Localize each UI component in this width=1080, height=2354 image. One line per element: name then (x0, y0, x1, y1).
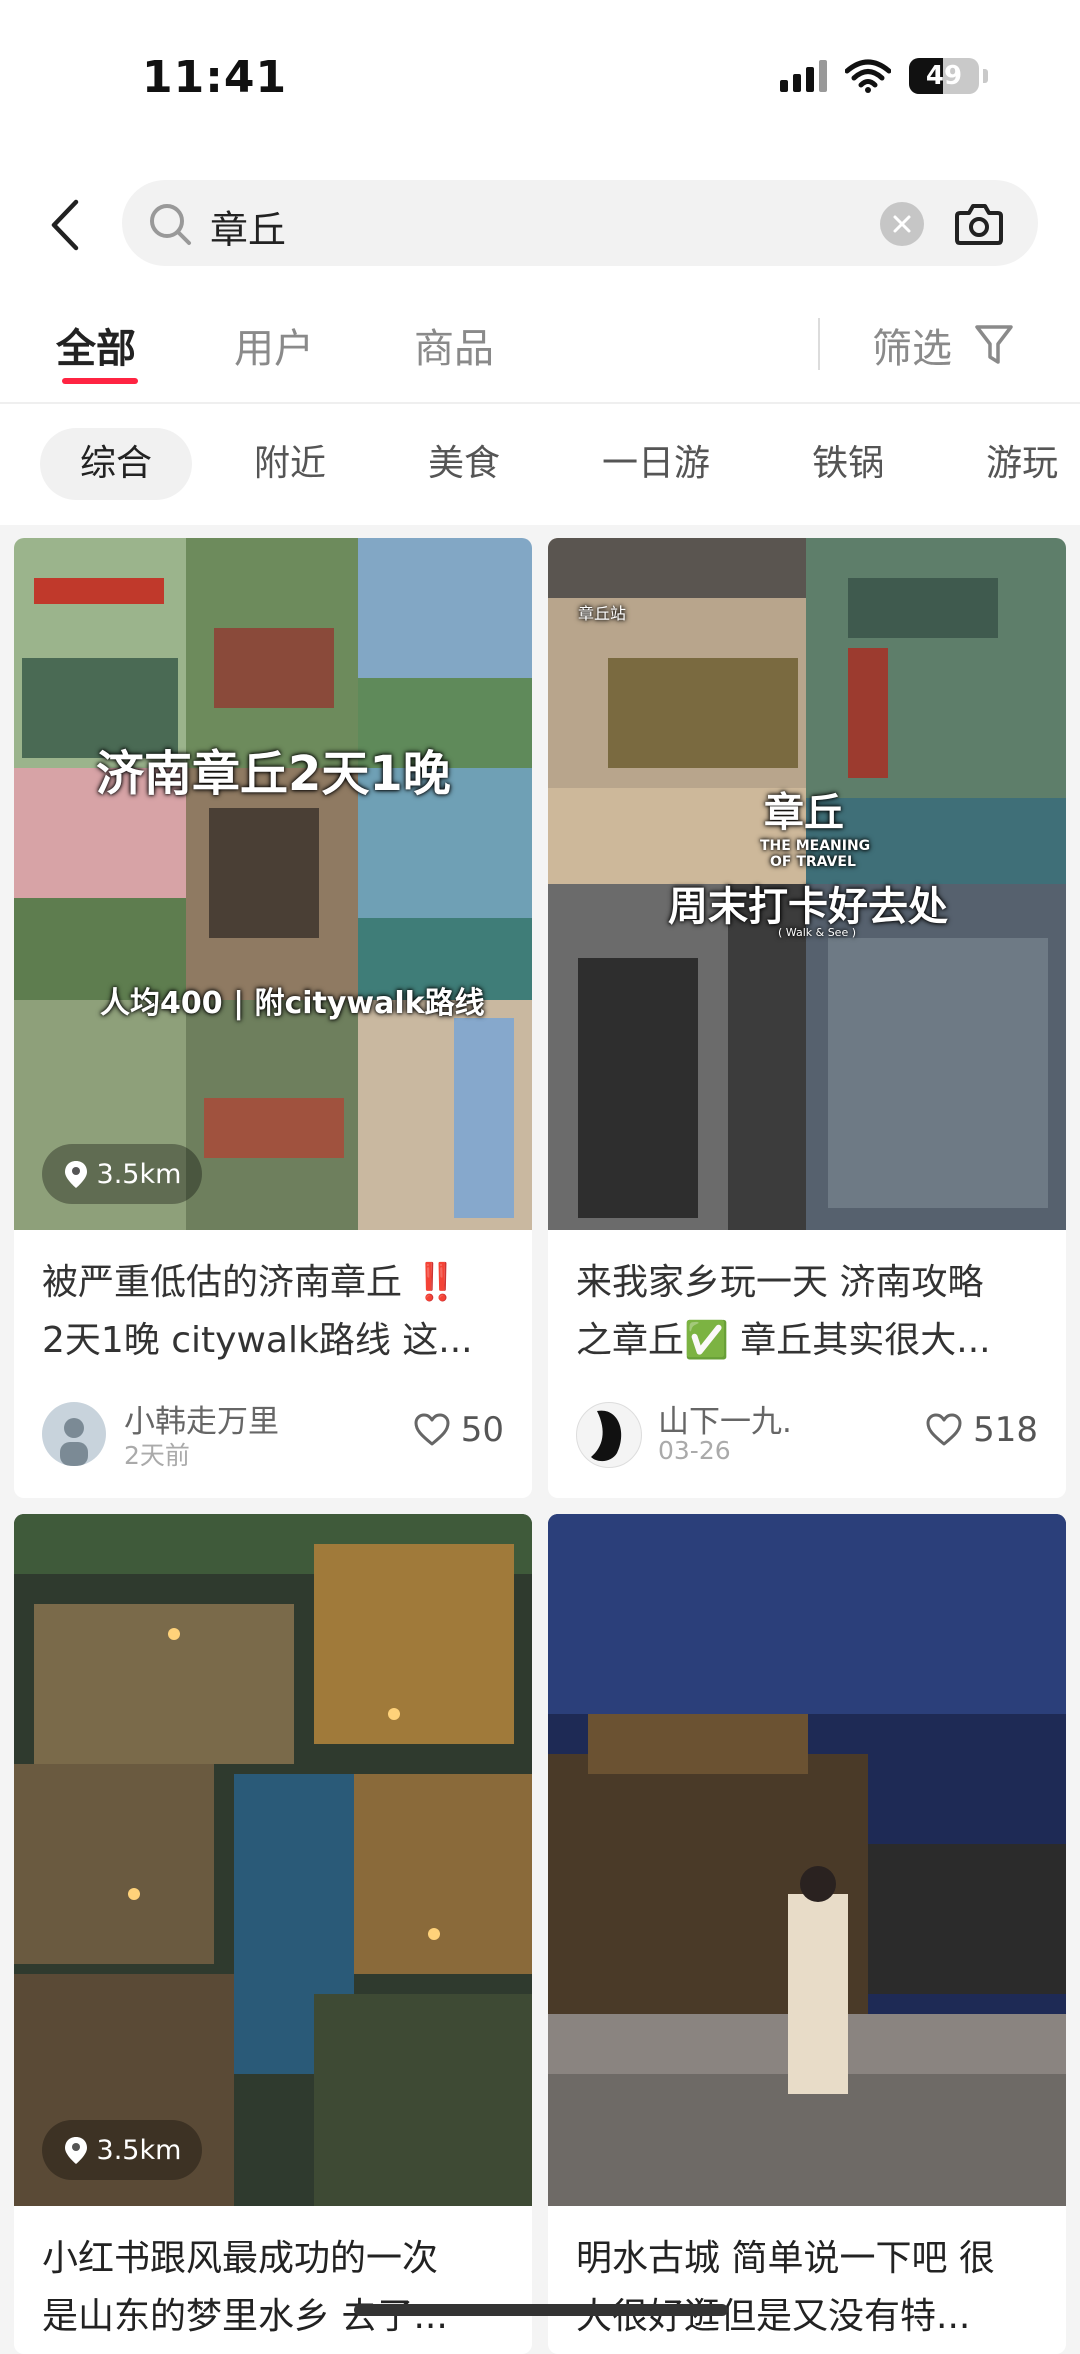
tab-products[interactable]: 商品 (414, 316, 494, 374)
note-title-line: 被严重低估的济南章丘 ‼️ (42, 1262, 459, 1303)
chip-comprehensive[interactable]: 综合 (40, 428, 193, 500)
note-title-line: 大很好逛但是又没有特... (576, 2296, 971, 2337)
wifi-icon (845, 59, 891, 93)
chip-food[interactable]: 美食 (388, 428, 540, 500)
cover-english-line: OF TRAVEL (770, 854, 856, 870)
clear-search-button[interactable] (880, 202, 924, 246)
heart-icon (926, 1413, 962, 1446)
post-date: 03-26 (658, 1436, 731, 1465)
note-card[interactable]: 章丘站 章丘 THE MEANING OF TRAVEL 周末打卡好去处 ( W… (548, 538, 1066, 1498)
filter-button[interactable]: 筛选 (872, 316, 1014, 374)
funnel-icon (975, 325, 1013, 364)
note-title-line: 来我家乡玩一天 济南攻略 (576, 1262, 984, 1303)
battery-icon: 49 (909, 58, 979, 94)
battery-level: 49 (925, 61, 963, 91)
heart-icon (414, 1413, 450, 1446)
author-name[interactable]: 小韩走万里 (124, 1396, 279, 1441)
tab-all[interactable]: 全部 (56, 316, 136, 374)
author-row: 小韩走万里 2天前 50 (42, 1396, 508, 1470)
note-title[interactable]: 小红书跟风最成功的一次 是山东的梦里水乡 去了... (42, 2230, 508, 2346)
search-icon (148, 202, 192, 250)
note-card[interactable]: 3.5km 小红书跟风最成功的一次 是山东的梦里水乡 去了... (14, 1514, 532, 2354)
note-title[interactable]: 来我家乡玩一天 济南攻略 之章丘✅ 章丘其实很大... (576, 1254, 1042, 1370)
distance-badge: 3.5km (42, 1144, 202, 1204)
author-row: 山下一九. 03-26 518 (576, 1396, 1042, 1468)
cover-image[interactable]: 济南章丘2天1晚 人均400 | 附citywalk路线 3.5km (14, 538, 532, 1230)
battery-tip (983, 69, 988, 83)
distance-label: 3.5km (96, 2134, 182, 2166)
home-indicator[interactable] (354, 2304, 728, 2316)
chevron-left-icon (51, 199, 79, 251)
author-name[interactable]: 山下一九. (658, 1396, 792, 1441)
note-title-line: 之章丘✅ 章丘其实很大... (576, 1320, 991, 1361)
tab-users[interactable]: 用户 (234, 316, 314, 374)
avatar[interactable] (42, 1402, 106, 1466)
like-count: 50 (460, 1410, 504, 1450)
cover-english-line: THE MEANING (760, 838, 871, 854)
note-card[interactable]: 明水古城 简单说一下吧 很 大很好逛但是又没有特... (548, 1514, 1066, 2354)
cover-subtitle-overlay: 周末打卡好去处 (668, 884, 948, 930)
note-title[interactable]: 被严重低估的济南章丘 ‼️ 2天1晚 citywalk路线 这... (42, 1254, 508, 1370)
image-search-button[interactable] (954, 199, 1004, 247)
back-button[interactable] (40, 190, 90, 260)
note-title-line: 2天1晚 citywalk路线 这... (42, 1320, 473, 1361)
status-time: 11:41 (142, 52, 288, 103)
cover-image[interactable] (548, 1514, 1066, 2206)
distance-badge: 3.5km (42, 2120, 202, 2180)
like-button[interactable]: 518 (925, 1410, 1038, 1450)
cellular-signal-icon (780, 60, 827, 92)
chip-day-trip[interactable]: 一日游 (562, 428, 750, 500)
chip-sightseeing[interactable]: 游玩 (946, 428, 1080, 500)
post-date: 2天前 (124, 1441, 190, 1470)
like-button[interactable]: 50 (413, 1410, 504, 1450)
location-pin-icon (64, 2137, 87, 2164)
camera-icon (955, 204, 1003, 245)
location-pin-icon (64, 1161, 87, 1188)
chip-iron-pot[interactable]: 铁锅 (772, 428, 924, 500)
station-sign: 章丘站 (578, 604, 627, 623)
cover-subtitle-overlay: 人均400 | 附citywalk路线 (100, 986, 485, 1021)
note-title-line: 是山东的梦里水乡 去了... (42, 2296, 448, 2337)
filter-label: 筛选 (872, 326, 952, 372)
distance-label: 3.5km (96, 1158, 182, 1190)
cover-image[interactable]: 3.5km (14, 1514, 532, 2206)
cover-title-overlay: 济南章丘2天1晚 (96, 746, 451, 802)
cover-tagline: ( Walk & See ) (778, 926, 857, 939)
divider (0, 402, 1080, 404)
active-tab-indicator (62, 378, 138, 384)
note-title-line: 明水古城 简单说一下吧 很 (576, 2238, 995, 2279)
tab-divider (818, 318, 820, 370)
chip-nearby[interactable]: 附近 (214, 428, 366, 500)
note-title[interactable]: 明水古城 简单说一下吧 很 大很好逛但是又没有特... (576, 2230, 1042, 2346)
close-icon (893, 215, 911, 233)
note-card[interactable]: 济南章丘2天1晚 人均400 | 附citywalk路线 3.5km 被严重低估… (14, 538, 532, 1498)
cover-title-overlay: 章丘 (764, 790, 844, 836)
avatar[interactable] (576, 1402, 642, 1468)
note-title-line: 小红书跟风最成功的一次 (42, 2238, 439, 2279)
like-count: 518 (973, 1410, 1038, 1450)
search-input[interactable]: 章丘 (210, 199, 286, 254)
cover-image[interactable]: 章丘站 章丘 THE MEANING OF TRAVEL 周末打卡好去处 ( W… (548, 538, 1066, 1230)
category-chips: 综合 附近 美食 一日游 铁锅 游玩 (40, 428, 1080, 500)
status-icons: 49 (780, 58, 988, 94)
search-bar[interactable]: 章丘 (122, 180, 1038, 266)
